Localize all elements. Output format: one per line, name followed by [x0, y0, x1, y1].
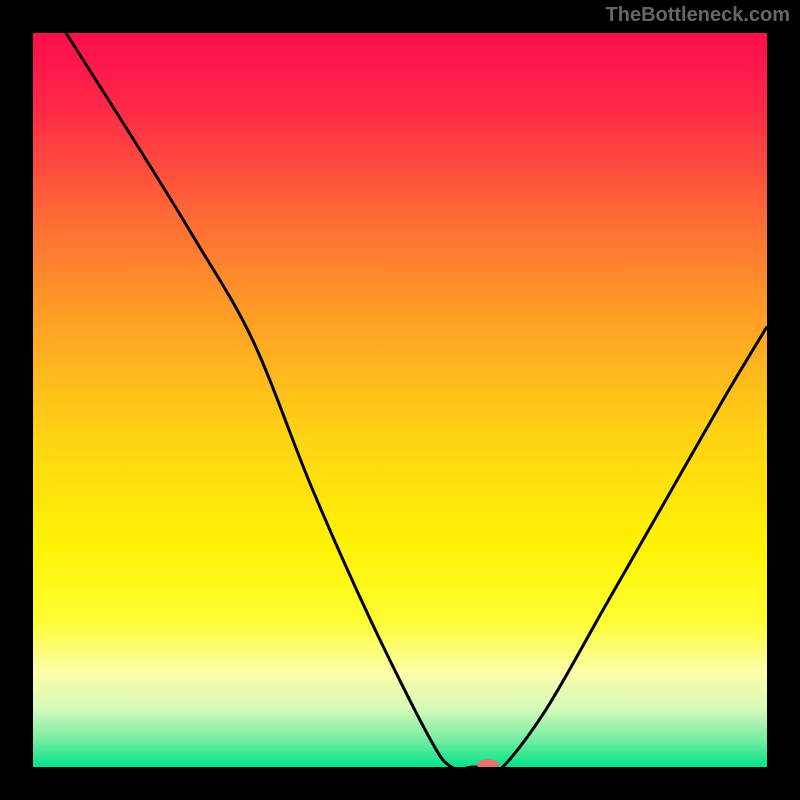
watermark-text: TheBottleneck.com: [606, 4, 790, 27]
plot-area: [33, 33, 767, 767]
bottleneck-curve: [66, 33, 767, 767]
curve-overlay: [33, 33, 767, 767]
optimal-marker: [477, 759, 499, 767]
chart-container: TheBottleneck.com: [0, 0, 800, 800]
